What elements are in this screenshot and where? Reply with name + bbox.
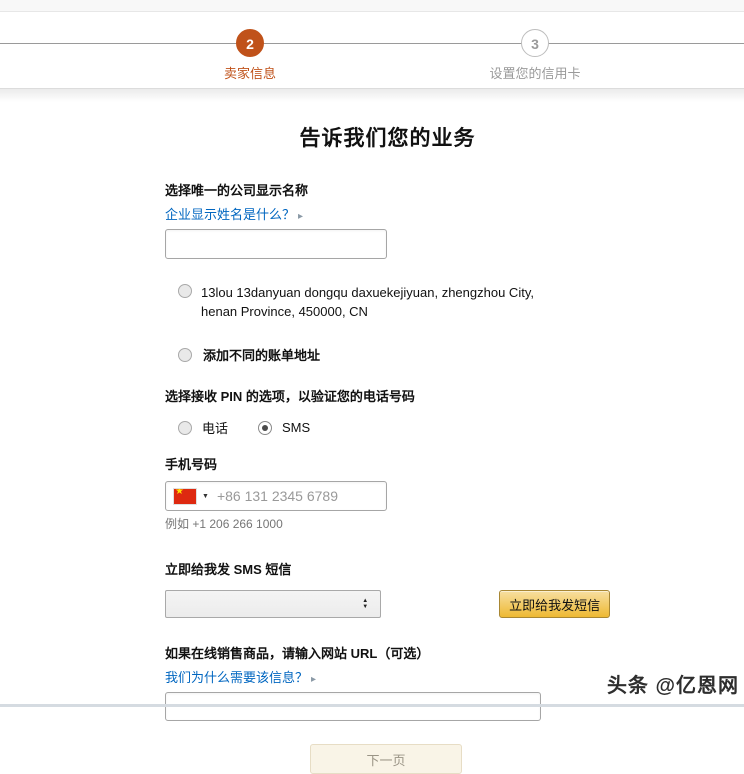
radio-button-billing-address[interactable]	[178, 348, 192, 362]
phone-option-label[interactable]: 电话	[202, 418, 228, 437]
billing-address-label: 添加不同的账单地址	[203, 348, 321, 363]
step-seller-info: 2 卖家信息	[170, 12, 330, 82]
phone-number-label: 手机号码	[165, 457, 218, 472]
address-option-billing[interactable]: 添加不同的账单地址	[178, 345, 610, 364]
step-2-circle: 2	[236, 29, 264, 57]
select-down-arrow: ▼	[362, 604, 369, 610]
country-code-dropdown[interactable]: ★ ▼	[174, 488, 209, 504]
phone-number-input[interactable]	[216, 488, 398, 504]
existing-address-text: 13lou 13danyuan dongqu daxuekejiyuan, zh…	[201, 285, 534, 319]
radio-button-existing-address[interactable]	[178, 284, 192, 298]
radio-button-phone[interactable]	[178, 421, 192, 435]
phone-example-text: 例如 +1 206 266 1000	[165, 517, 283, 531]
step-3-circle: 3	[521, 29, 549, 57]
sms-option-label[interactable]: SMS	[282, 420, 310, 435]
send-sms-button[interactable]: 立即给我发短信	[499, 590, 610, 618]
step-credit-card: 3 设置您的信用卡	[455, 12, 615, 82]
website-help-link[interactable]: 我们为什么需要该信息？	[165, 670, 308, 685]
company-name-help-link[interactable]: 企业显示姓名是什么？	[165, 207, 295, 222]
top-strip	[0, 0, 744, 12]
progress-line	[0, 43, 744, 44]
flag-caret-icon: ▼	[202, 492, 209, 500]
step-3-label: 设置您的信用卡	[489, 66, 581, 81]
header-shadow	[0, 89, 744, 102]
select-arrows-icon: ▲ ▼	[362, 598, 368, 610]
china-flag-icon: ★	[174, 488, 196, 504]
seller-info-form: 告诉我们您的业务 选择唯一的公司显示名称 企业显示姓名是什么？ ▸ 13lou 1…	[165, 122, 610, 774]
step-2-label: 卖家信息	[223, 66, 276, 81]
radio-button-sms[interactable]	[258, 421, 273, 435]
address-option-existing[interactable]: 13lou 13danyuan dongqu daxuekejiyuan, zh…	[178, 283, 610, 321]
sms-select[interactable]: ▲ ▼	[165, 590, 382, 618]
pin-method-options: 电话 SMS	[178, 418, 610, 437]
company-name-input[interactable]	[165, 229, 387, 259]
flag-star-icon: ★	[175, 488, 184, 497]
pin-method-label: 选择接收 PIN 的选项，以验证您的电话号码	[165, 389, 415, 404]
link-arrow-icon: ▸	[311, 674, 317, 685]
sms-section-label: 立即给我发 SMS 短信	[165, 562, 292, 577]
watermark: 头条 @亿恩网	[606, 675, 739, 697]
link-arrow-icon: ▸	[298, 211, 304, 222]
phone-input-group: ★ ▼	[165, 481, 398, 511]
website-url-label: 如果在线销售商品，请输入网站 URL（可选）	[165, 646, 430, 661]
page-title: 告诉我们您的业务	[299, 127, 476, 150]
company-name-label: 选择唯一的公司显示名称	[165, 183, 309, 198]
next-page-button[interactable]: 下一页	[310, 744, 462, 774]
progress-header: 2 卖家信息 3 设置您的信用卡	[0, 12, 744, 89]
